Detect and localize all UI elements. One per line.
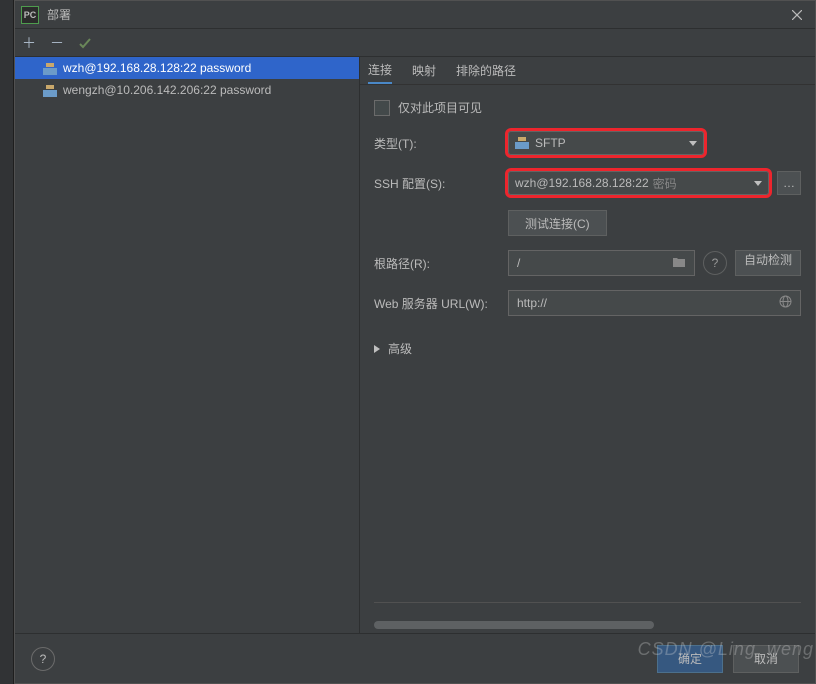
button-bar: ? 确定 取消 [15,633,815,683]
apply-changes-icon[interactable] [77,35,93,51]
connection-form: 仅对此项目可见 类型(T): SFTP SSH 配置(S): [360,85,815,633]
ssh-config-combo[interactable]: wzh@192.168.28.128:22 密码 [508,171,769,195]
close-button[interactable] [785,3,809,27]
web-url-value: http:// [517,296,547,310]
deployment-dialog: PC 部署 ＋ － wzh@192.168.28.128:22 password [14,0,816,684]
globe-icon[interactable] [779,295,792,311]
advanced-label: 高级 [388,340,412,357]
toolbar: ＋ － [15,29,815,57]
ssh-auth-suffix: 密码 [653,175,677,192]
tabs: 连接 映射 排除的路径 [360,57,815,85]
server-icon [43,61,57,75]
root-path-value: / [517,256,520,270]
right-panel: 连接 映射 排除的路径 仅对此项目可见 类型(T): SFTP [360,57,815,633]
visible-only-checkbox[interactable] [374,100,390,116]
server-item-label: wengzh@10.206.142.206:22 password [63,83,271,97]
cancel-button[interactable]: 取消 [733,645,799,673]
remove-server-button[interactable]: － [49,35,65,51]
ssh-row: SSH 配置(S): wzh@192.168.28.128:22 密码 … [374,170,801,196]
ok-button[interactable]: 确定 [657,645,723,673]
web-url-row: Web 服务器 URL(W): http:// [374,290,801,316]
chevron-down-icon [689,141,697,146]
advanced-expander[interactable]: 高级 [374,340,801,357]
server-list[interactable]: wzh@192.168.28.128:22 password wengzh@10… [15,57,360,633]
server-item-wengzh[interactable]: wengzh@10.206.142.206:22 password [15,79,359,101]
server-icon [43,83,57,97]
type-label: 类型(T): [374,135,508,152]
help-icon[interactable]: ? [703,251,727,275]
add-server-button[interactable]: ＋ [21,35,37,51]
help-button[interactable]: ? [31,647,55,671]
horizontal-scrollbar[interactable] [374,619,801,631]
test-row: 测试连接(C) [374,210,801,236]
triangle-right-icon [374,345,380,353]
server-item-label: wzh@192.168.28.128:22 password [63,61,251,75]
ssh-value: wzh@192.168.28.128:22 [515,176,649,190]
title-bar: PC 部署 [15,1,815,29]
root-path-label: 根路径(R): [374,255,508,272]
server-item-wzh[interactable]: wzh@192.168.28.128:22 password [15,57,359,79]
web-url-input[interactable]: http:// [508,290,801,316]
test-connection-button[interactable]: 测试连接(C) [508,210,607,236]
scrollbar-thumb[interactable] [374,621,654,629]
root-path-row: 根路径(R): / ? 自动检测 [374,250,801,276]
root-path-input[interactable]: / [508,250,695,276]
editor-gutter [0,0,14,684]
web-url-label: Web 服务器 URL(W): [374,295,508,312]
chevron-down-icon [754,181,762,186]
pycharm-icon: PC [21,6,39,24]
tab-mapping[interactable]: 映射 [412,57,436,84]
folder-icon[interactable] [672,256,686,271]
divider [374,602,801,603]
type-combo[interactable]: SFTP [508,131,704,155]
auto-detect-button[interactable]: 自动检测 [735,250,801,276]
visible-only-label: 仅对此项目可见 [398,99,482,116]
type-row: 类型(T): SFTP [374,130,801,156]
tab-connection[interactable]: 连接 [368,57,392,84]
body-area: wzh@192.168.28.128:22 password wengzh@10… [15,57,815,633]
dialog-title: 部署 [47,6,71,23]
tab-excluded[interactable]: 排除的路径 [456,57,516,84]
type-value: SFTP [535,136,566,150]
ssh-label: SSH 配置(S): [374,175,508,192]
visible-only-row: 仅对此项目可见 [374,99,801,116]
sftp-icon [515,137,529,149]
ssh-browse-button[interactable]: … [777,171,801,195]
